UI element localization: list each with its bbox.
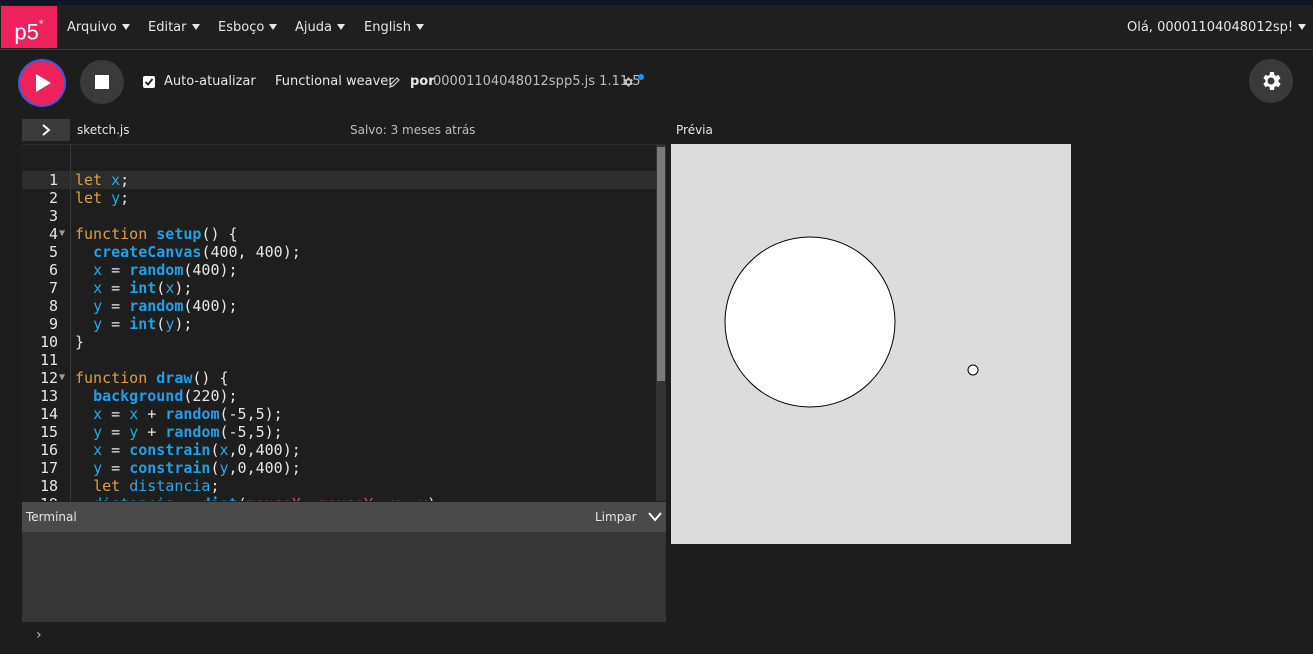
small-circle — [967, 364, 979, 376]
line-number: 4 — [48, 225, 58, 243]
gutter-divider — [70, 145, 71, 501]
stop-button[interactable] — [80, 60, 124, 104]
console-prompt-icon[interactable]: › — [36, 627, 42, 643]
version-settings-icon[interactable] — [622, 76, 634, 88]
update-dot — [638, 74, 644, 80]
chevron-down-icon — [336, 24, 345, 30]
code-editor[interactable]: 1 let x; 2 let y; 3 4 ▼ function setup() { 5… — [22, 144, 666, 501]
scrollbar-thumb[interactable] — [657, 147, 665, 381]
line-number: 17 — [39, 459, 58, 477]
line-number: 10 — [39, 333, 58, 351]
p5-logo[interactable]: p5* — [1, 6, 57, 48]
line-number: 14 — [39, 405, 58, 423]
menu-esboco[interactable]: Esboço — [218, 5, 278, 49]
console-title: Terminal — [26, 510, 77, 524]
line-number: 13 — [39, 387, 58, 405]
gear-icon — [1263, 72, 1281, 90]
fold-arrow-icon[interactable]: ▼ — [59, 225, 65, 243]
line-number: 2 — [48, 189, 58, 207]
toolbar: Auto-atualizar Functional weaver por 000… — [0, 50, 1313, 116]
menu-label: Editar — [148, 20, 187, 35]
chevron-down-icon — [269, 24, 278, 30]
logo-text: p5 — [14, 19, 39, 45]
editor-scrollbar[interactable] — [656, 145, 666, 501]
preview-canvas[interactable] — [671, 144, 1071, 544]
line-number: 3 — [48, 207, 58, 225]
menu-label: English — [364, 20, 411, 35]
line-number: 8 — [48, 297, 58, 315]
chevron-down-icon — [191, 24, 200, 30]
pencil-icon[interactable] — [389, 77, 400, 88]
sketch-drawing — [724, 236, 979, 408]
auto-refresh-checkbox[interactable] — [143, 76, 155, 88]
menu-language[interactable]: English — [364, 5, 424, 49]
console-header: Terminal Limpar — [22, 502, 666, 532]
collapse-chevron-icon[interactable] — [648, 512, 662, 522]
chevron-right-icon — [42, 124, 51, 136]
chevron-down-icon — [415, 24, 424, 30]
check-icon — [144, 78, 154, 86]
settings-button[interactable] — [1249, 59, 1293, 103]
line-number: 7 — [48, 279, 58, 297]
line-number: 6 — [48, 261, 58, 279]
stop-icon — [95, 75, 109, 89]
auto-refresh-label: Auto-atualizar — [164, 74, 256, 89]
console-output — [22, 532, 666, 622]
logo-star: * — [38, 17, 44, 31]
line-number: 12 — [39, 369, 58, 387]
user-menu[interactable]: Olá, 00001104048012sp! — [1127, 5, 1307, 49]
sketch-name[interactable]: Functional weaver — [275, 74, 394, 89]
line-number: 1 — [48, 171, 58, 189]
sidebar-toggle-button[interactable] — [22, 119, 70, 141]
line-number: 16 — [39, 441, 58, 459]
line-number: 15 — [39, 423, 58, 441]
menu-editar[interactable]: Editar — [148, 5, 200, 49]
menu-label: Arquivo — [67, 20, 117, 35]
author-link[interactable]: 00001104048012sp — [433, 74, 564, 89]
by-label: por — [410, 74, 435, 89]
line-number: 9 — [48, 315, 58, 333]
line-number: 5 — [48, 243, 58, 261]
chevron-down-icon — [121, 24, 130, 30]
play-icon — [36, 74, 51, 92]
fold-arrow-icon[interactable]: ▼ — [59, 369, 65, 387]
play-button[interactable] — [20, 61, 64, 105]
user-greeting: Olá, 00001104048012sp! — [1127, 20, 1294, 35]
big-circle — [724, 236, 896, 408]
line-number: 18 — [39, 477, 58, 495]
chevron-down-icon — [1298, 24, 1307, 30]
menu-label: Esboço — [218, 20, 265, 35]
menu-arquivo[interactable]: Arquivo — [67, 5, 130, 49]
line-number: 19 — [22, 495, 58, 501]
line-number: 11 — [39, 351, 58, 369]
menu-ajuda[interactable]: Ajuda — [295, 5, 345, 49]
clear-console-button[interactable]: Limpar — [595, 510, 637, 524]
top-nav: p5* Arquivo Editar Esboço Ajuda English … — [0, 5, 1313, 50]
menu-label: Ajuda — [295, 20, 332, 35]
